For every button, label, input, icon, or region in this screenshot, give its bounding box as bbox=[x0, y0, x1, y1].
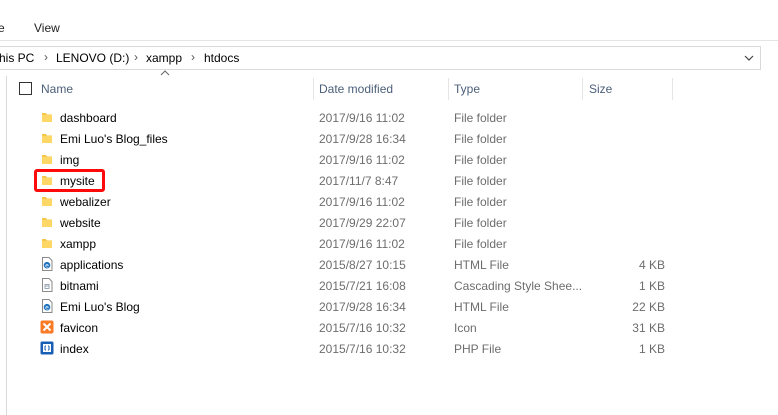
folder-icon bbox=[40, 131, 54, 145]
file-row[interactable]: img 2017/9/16 11:02 File folder bbox=[0, 149, 778, 170]
column-header: Name Date modified Type Size bbox=[0, 76, 778, 102]
file-type: File folder bbox=[454, 237, 507, 251]
chevron-down-icon bbox=[744, 55, 754, 61]
file-row[interactable]: favicon 2015/7/16 10:32 Icon 31 KB bbox=[0, 317, 778, 338]
column-header-date[interactable]: Date modified bbox=[319, 76, 393, 102]
breadcrumb-htdocs[interactable]: htdocs bbox=[204, 51, 239, 65]
file-name[interactable]: Emi Luo's Blog_files bbox=[60, 132, 168, 146]
file-type: File folder bbox=[454, 216, 507, 230]
folder-icon bbox=[40, 215, 54, 229]
folder-icon bbox=[40, 152, 54, 166]
css-file-icon bbox=[40, 278, 54, 292]
file-size: 4 KB bbox=[638, 258, 665, 272]
folder-icon bbox=[40, 194, 54, 208]
file-size: 1 KB bbox=[638, 342, 665, 356]
file-row[interactable]: bitnami 2015/7/21 16:08 Cascading Style Sh… bbox=[0, 275, 778, 296]
file-date-modified: 2017/9/28 16:34 bbox=[319, 300, 406, 314]
file-date-modified: 2017/9/16 11:02 bbox=[319, 111, 405, 125]
file-name[interactable]: Emi Luo's Blog bbox=[60, 300, 140, 314]
file-name[interactable]: webalizer bbox=[60, 195, 111, 209]
file-name[interactable]: website bbox=[60, 216, 101, 230]
file-date-modified: 2017/11/7 8:47 bbox=[319, 174, 399, 188]
file-date-modified: 2017/9/29 22:07 bbox=[319, 216, 406, 230]
file-row[interactable]: Emi Luo's Blog_files 2017/9/28 16:34 File … bbox=[0, 128, 778, 149]
xampp-icon bbox=[40, 320, 54, 334]
file-row[interactable]: index 2015/7/16 10:32 PHP File 1 KB bbox=[0, 338, 778, 359]
folder-icon bbox=[40, 110, 54, 124]
address-bar[interactable]: his PC › LENOVO (D:) › xampp › htdocs bbox=[0, 46, 761, 70]
file-row[interactable]: webalizer 2017/9/16 11:02 File folder bbox=[0, 191, 778, 212]
svg-text:e: e bbox=[45, 304, 49, 311]
file-row[interactable]: dashboard 2017/9/16 11:02 File folder bbox=[0, 107, 778, 128]
tab-share[interactable]: e bbox=[0, 21, 5, 35]
file-date-modified: 2017/9/16 11:02 bbox=[319, 195, 405, 209]
file-type: File folder bbox=[454, 153, 507, 167]
file-size: 22 KB bbox=[632, 300, 665, 314]
folder-icon bbox=[40, 236, 54, 250]
file-type: HTML File bbox=[454, 258, 509, 272]
breadcrumb-separator-icon[interactable]: › bbox=[191, 50, 195, 64]
breadcrumb-lenovo[interactable]: LENOVO (D:) bbox=[56, 51, 129, 65]
breadcrumb-separator-icon[interactable]: › bbox=[134, 50, 138, 64]
file-date-modified: 2015/7/16 10:32 bbox=[319, 321, 406, 335]
file-date-modified: 2015/7/16 10:32 bbox=[319, 342, 406, 356]
file-row[interactable]: e applications 2015/8/27 10:15 HTML File 4 K… bbox=[0, 254, 778, 275]
file-date-modified: 2017/9/28 16:34 bbox=[319, 132, 406, 146]
file-name[interactable]: index bbox=[60, 342, 89, 356]
file-row[interactable]: e Emi Luo's Blog 2017/9/28 16:34 HTML File 2… bbox=[0, 296, 778, 317]
file-type: File folder bbox=[454, 132, 507, 146]
breadcrumb-xampp[interactable]: xampp bbox=[146, 51, 182, 65]
column-divider[interactable] bbox=[582, 78, 583, 100]
file-type: HTML File bbox=[454, 300, 509, 314]
file-name[interactable]: favicon bbox=[60, 321, 98, 335]
file-name[interactable]: img bbox=[60, 153, 79, 167]
breadcrumb-separator-icon[interactable]: › bbox=[44, 50, 48, 64]
file-type: Icon bbox=[454, 321, 477, 335]
column-header-type[interactable]: Type bbox=[454, 76, 480, 102]
file-name[interactable]: xampp bbox=[60, 237, 96, 251]
tab-view[interactable]: View bbox=[34, 21, 60, 35]
file-type: File folder bbox=[454, 195, 507, 209]
file-name[interactable]: dashboard bbox=[60, 111, 117, 125]
column-divider[interactable] bbox=[313, 78, 314, 100]
file-date-modified: 2015/8/27 10:15 bbox=[319, 258, 406, 272]
file-type: File folder bbox=[454, 174, 507, 188]
column-divider[interactable] bbox=[672, 78, 673, 100]
file-size: 1 KB bbox=[638, 279, 665, 293]
breadcrumb-this-pc[interactable]: his PC bbox=[0, 51, 34, 65]
svg-text:e: e bbox=[45, 262, 49, 269]
file-type: File folder bbox=[454, 111, 507, 125]
file-row[interactable]: xampp 2017/9/16 11:02 File folder bbox=[0, 233, 778, 254]
ribbon: e View bbox=[0, 0, 778, 41]
column-header-size[interactable]: Size bbox=[589, 76, 612, 102]
php-file-icon bbox=[40, 341, 54, 355]
file-name[interactable]: bitnami bbox=[60, 279, 99, 293]
html-file-icon: e bbox=[40, 257, 54, 271]
highlight-box bbox=[34, 169, 105, 192]
file-row[interactable]: mysite 2017/11/7 8:47 File folder bbox=[0, 170, 778, 191]
address-dropdown-button[interactable] bbox=[738, 47, 760, 69]
file-date-modified: 2017/9/16 11:02 bbox=[319, 153, 405, 167]
file-date-modified: 2017/9/16 11:02 bbox=[319, 237, 405, 251]
file-row[interactable]: website 2017/9/29 22:07 File folder bbox=[0, 212, 778, 233]
html-file-icon: e bbox=[40, 299, 54, 313]
file-size: 31 KB bbox=[632, 321, 665, 335]
column-header-name[interactable]: Name bbox=[41, 76, 73, 102]
file-type: Cascading Style Shee... bbox=[454, 279, 583, 293]
file-type: PHP File bbox=[454, 342, 502, 356]
file-name[interactable]: applications bbox=[60, 258, 123, 272]
file-date-modified: 2015/7/21 16:08 bbox=[319, 279, 406, 293]
column-divider[interactable] bbox=[448, 78, 449, 100]
